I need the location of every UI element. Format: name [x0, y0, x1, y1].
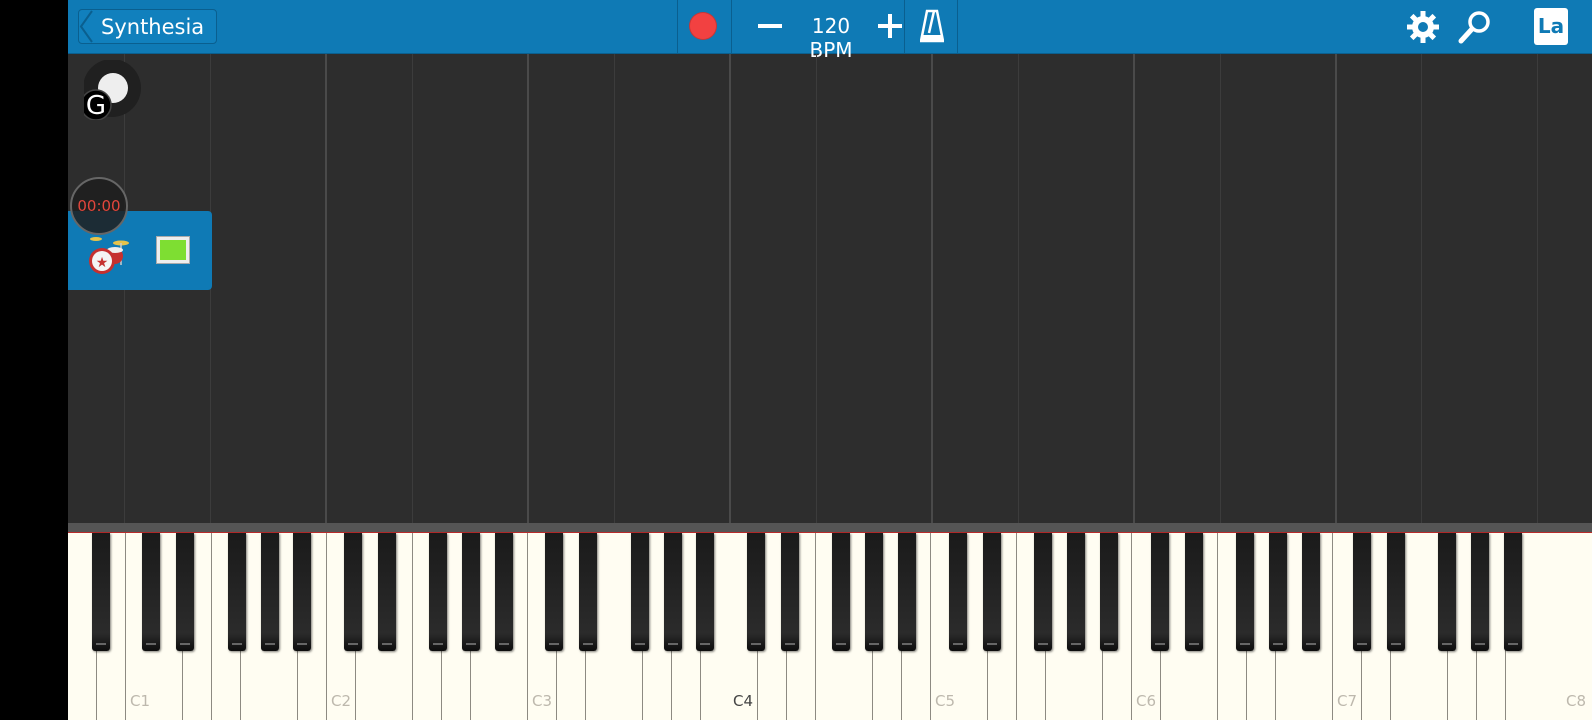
keyboard-rail	[68, 523, 1592, 533]
track-color-swatch[interactable]	[156, 236, 190, 264]
black-key[interactable]	[545, 533, 563, 651]
key-label: C4	[733, 692, 754, 710]
bpm-increase-button[interactable]	[876, 12, 904, 40]
black-key[interactable]	[429, 533, 447, 651]
black-key[interactable]	[261, 533, 279, 651]
black-key[interactable]	[865, 533, 883, 651]
black-key[interactable]	[176, 533, 194, 651]
black-key[interactable]	[1236, 533, 1254, 651]
black-key[interactable]	[1185, 533, 1203, 651]
black-key[interactable]	[949, 533, 967, 651]
black-key[interactable]	[293, 533, 311, 651]
back-chevron-icon	[79, 10, 93, 43]
black-key[interactable]	[781, 533, 799, 651]
key-label: C5	[935, 692, 956, 710]
black-key[interactable]	[631, 533, 649, 651]
bpm-decrease-button[interactable]	[756, 12, 784, 40]
search-icon[interactable]	[1457, 9, 1493, 45]
back-button[interactable]: Synthesia	[78, 9, 218, 44]
black-key[interactable]	[495, 533, 513, 651]
black-key[interactable]	[664, 533, 682, 651]
black-key[interactable]	[1387, 533, 1405, 651]
black-key[interactable]	[344, 533, 362, 651]
toggle-label: G	[86, 91, 106, 120]
black-key[interactable]	[1471, 533, 1489, 651]
white-key-c8[interactable]: C8	[1534, 533, 1592, 720]
metronome-icon[interactable]	[920, 9, 944, 43]
black-key[interactable]	[832, 533, 850, 651]
black-key[interactable]	[378, 533, 396, 651]
gear-icon[interactable]	[1405, 9, 1441, 45]
key-label: C6	[1136, 692, 1157, 710]
black-key[interactable]	[1100, 533, 1118, 651]
top-toolbar: Synthesia 120 BPM La	[68, 0, 1592, 62]
black-key[interactable]	[1151, 533, 1169, 651]
black-key[interactable]	[1034, 533, 1052, 651]
black-key[interactable]	[228, 533, 246, 651]
record-button[interactable]	[690, 13, 716, 39]
black-key[interactable]	[1269, 533, 1287, 651]
toolbar-divider	[904, 0, 905, 53]
black-key[interactable]	[1438, 533, 1456, 651]
key-label: C7	[1337, 692, 1358, 710]
black-key[interactable]	[747, 533, 765, 651]
black-key[interactable]	[462, 533, 480, 651]
black-key[interactable]	[1504, 533, 1522, 651]
hand-toggle[interactable]: G	[84, 60, 144, 120]
key-label: C2	[331, 692, 352, 710]
back-button-label: Synthesia	[101, 15, 205, 39]
black-key[interactable]	[983, 533, 1001, 651]
black-key[interactable]	[92, 533, 110, 651]
key-label: C3	[532, 692, 553, 710]
toolbar-divider	[677, 0, 678, 53]
black-key[interactable]	[696, 533, 714, 651]
black-key[interactable]	[1302, 533, 1320, 651]
black-key[interactable]	[1067, 533, 1085, 651]
language-icon[interactable]: La	[1534, 8, 1568, 45]
black-key[interactable]	[1353, 533, 1371, 651]
toolbar-divider	[957, 0, 958, 53]
drum-kit-icon: ★	[89, 237, 129, 274]
toolbar-divider	[731, 0, 732, 53]
synthesia-app: Synthesia 120 BPM La G ★ 00:00 C1 C2 C3 …	[68, 0, 1592, 720]
black-key[interactable]	[898, 533, 916, 651]
black-key[interactable]	[579, 533, 597, 651]
piano-keyboard[interactable]: C1 C2 C3 C4 C5 C6 C7 C8	[68, 533, 1592, 720]
svg-text:★: ★	[96, 255, 109, 271]
key-label: C1	[130, 692, 151, 710]
key-label: C8	[1565, 692, 1586, 710]
black-key[interactable]	[142, 533, 160, 651]
playback-timer[interactable]: 00:00	[70, 177, 128, 235]
note-grid	[68, 54, 1592, 524]
